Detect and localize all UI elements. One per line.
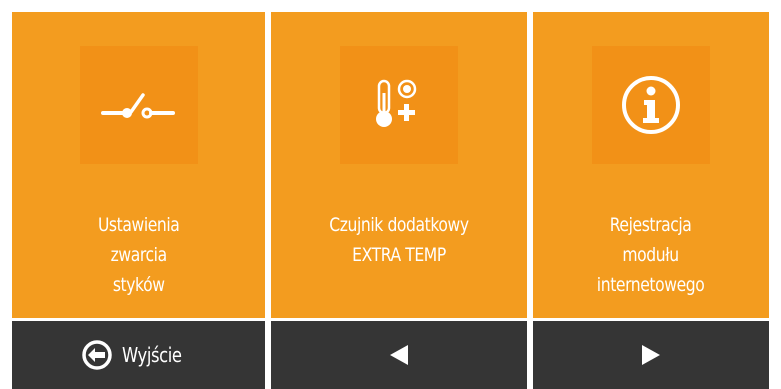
tile-label: Ustawienia zwarcia styków <box>97 210 180 300</box>
tile-extra-temp-sensor[interactable]: Czujnik dodatkowy EXTRA TEMP <box>271 12 527 318</box>
previous-button[interactable] <box>271 321 527 389</box>
triangle-left-icon <box>390 345 408 365</box>
tile-contact-settings[interactable]: Ustawienia zwarcia styków <box>12 12 265 318</box>
info-icon <box>592 46 710 164</box>
tile-label-line: Czujnik dodatkowy <box>329 214 469 236</box>
menu-screen: Ustawienia zwarcia styków Czujnik dodatk… <box>0 0 781 389</box>
tile-label: Rejestracja modułu internetowego <box>597 210 705 300</box>
exit-arrow-icon <box>82 340 112 370</box>
exit-label: Wyjście <box>122 343 182 367</box>
contact-switch-icon <box>79 46 198 164</box>
next-button[interactable] <box>533 321 769 389</box>
tile-label-line: EXTRA TEMP <box>352 244 446 266</box>
tile-internet-module-registration[interactable]: Rejestracja modułu internetowego <box>533 12 769 318</box>
tile-label-line: internetowego <box>597 274 705 296</box>
thermometer-plus-icon <box>340 46 458 164</box>
tile-label-line: Rejestracja <box>610 214 692 236</box>
tile-label: Czujnik dodatkowy EXTRA TEMP <box>329 210 469 270</box>
exit-button[interactable]: Wyjście <box>12 321 265 389</box>
tile-label-line: Ustawienia <box>97 214 180 236</box>
triangle-right-icon <box>642 345 660 365</box>
tile-label-line: zwarcia <box>110 244 167 266</box>
tile-label-line: styków <box>112 274 165 296</box>
tile-label-line: modułu <box>622 244 680 266</box>
